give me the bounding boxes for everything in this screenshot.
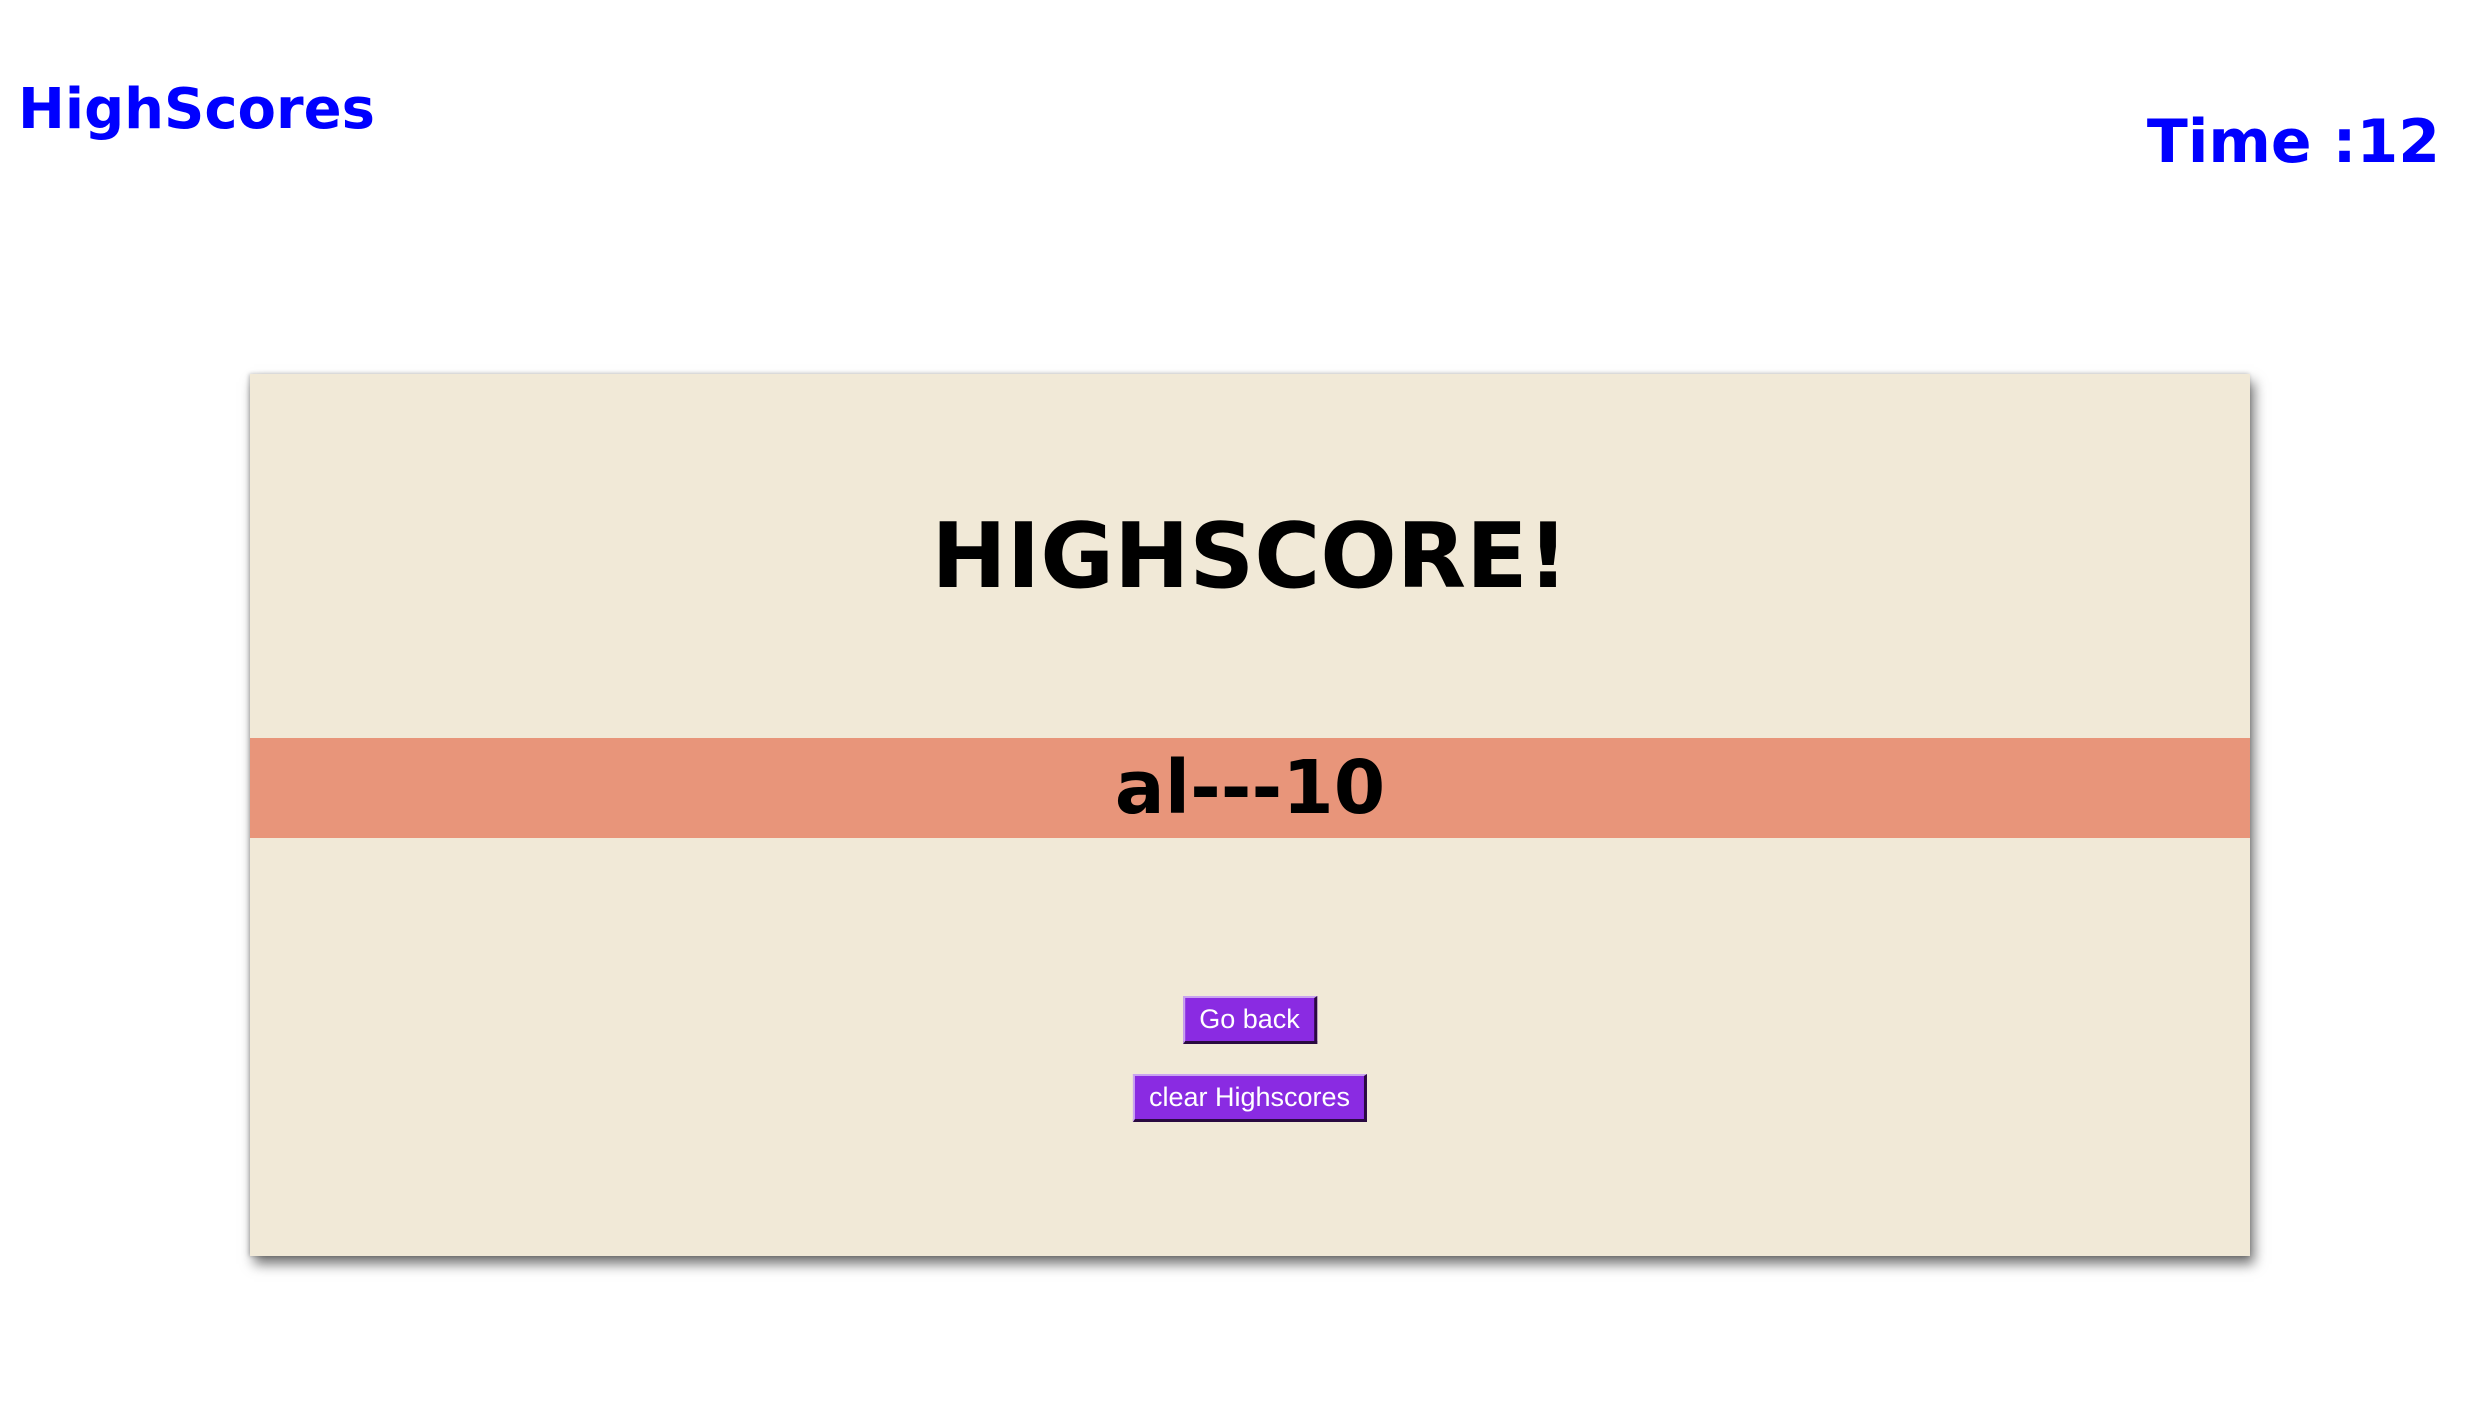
timer-value: 12 xyxy=(2356,107,2441,177)
score-entry: al---10 xyxy=(1114,745,1386,831)
card-title: HIGHSCORE! xyxy=(931,504,1569,609)
highscore-card: HIGHSCORE! al---10 Go back clear Highsco… xyxy=(250,374,2250,1256)
score-list-item: al---10 xyxy=(250,738,2250,838)
timer-display: Time :12 xyxy=(2147,112,2440,172)
page: HighScores Time :12 HIGHSCORE! al---10 G… xyxy=(0,0,2490,1412)
clear-highscores-button[interactable]: clear Highscores xyxy=(1132,1074,1368,1122)
timer-label: Time : xyxy=(2146,107,2357,177)
highscores-link[interactable]: HighScores xyxy=(18,82,375,138)
go-back-button[interactable]: Go back xyxy=(1183,996,1317,1044)
